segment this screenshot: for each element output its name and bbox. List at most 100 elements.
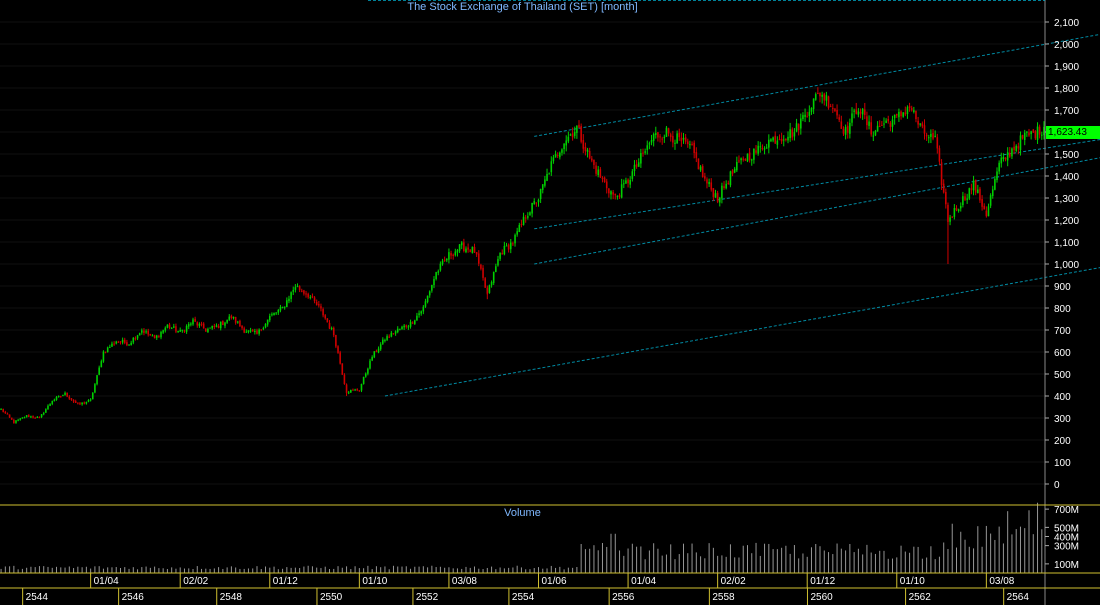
candle-body — [808, 111, 811, 116]
candle-body — [187, 324, 190, 327]
candle-body — [386, 336, 388, 340]
month-label: 03/08 — [452, 576, 477, 587]
candle-body — [463, 242, 465, 252]
candle-body — [6, 413, 9, 415]
candle-body — [271, 314, 273, 316]
candle-body — [296, 286, 299, 288]
candle-body — [465, 248, 467, 253]
candle-body — [516, 231, 518, 235]
candle-body — [1009, 152, 1011, 157]
candle-body — [863, 109, 866, 116]
candle-body — [241, 325, 243, 329]
candle-body — [499, 252, 501, 259]
candle-body — [170, 327, 173, 329]
candle-body — [934, 135, 936, 138]
candle-body — [337, 346, 339, 353]
candle-body — [222, 321, 224, 325]
candle-body — [17, 419, 19, 421]
candle-body — [426, 295, 429, 302]
candle-body — [836, 110, 838, 116]
candle-body — [454, 251, 457, 256]
candle-body — [866, 116, 868, 126]
candle-body — [576, 126, 578, 133]
price-tick-label: 2,000 — [1054, 40, 1079, 51]
candle-body — [286, 300, 288, 308]
candle-body — [691, 143, 693, 145]
candle-body — [190, 323, 192, 325]
candle-body — [964, 196, 966, 200]
candle-body — [473, 246, 476, 253]
candle-body — [66, 392, 68, 397]
candle-body — [917, 120, 919, 125]
candle-body — [642, 152, 644, 154]
candle-body — [109, 346, 111, 348]
candle-body — [979, 188, 981, 201]
candle-body — [550, 161, 553, 173]
candle-body — [328, 322, 331, 329]
candle-body — [290, 292, 292, 299]
candle-body — [183, 330, 186, 332]
candle-body — [275, 312, 277, 314]
candle-body — [382, 339, 384, 344]
candle-body — [657, 132, 659, 138]
candle-body — [166, 324, 169, 328]
candle-body — [868, 121, 870, 126]
candle-body — [81, 402, 83, 405]
candle-body — [335, 334, 337, 347]
candle-body — [495, 266, 497, 272]
candle-body — [714, 193, 717, 198]
candle-body — [128, 344, 130, 346]
candle-body — [704, 176, 706, 179]
candle-body — [548, 173, 550, 175]
candle-body — [113, 343, 115, 345]
candle-body — [98, 367, 100, 375]
channel-line — [534, 157, 1100, 265]
candle-body — [569, 134, 572, 136]
candle-body — [173, 326, 175, 328]
candle-body — [663, 136, 666, 139]
candle-body — [881, 124, 883, 126]
candle-body — [648, 143, 651, 145]
candle-body — [827, 96, 830, 108]
candle-body — [57, 396, 60, 398]
candle-body — [823, 93, 826, 101]
candles — [0, 87, 1045, 424]
candle-body — [819, 92, 821, 97]
candle-body — [409, 321, 412, 327]
candle-body — [185, 325, 188, 332]
candle-body — [230, 315, 233, 318]
candle-body — [42, 413, 45, 415]
candle-body — [859, 111, 862, 114]
candle-body — [571, 133, 574, 138]
year-label: 2560 — [810, 592, 833, 603]
candle-body — [753, 148, 755, 160]
candle-body — [661, 138, 663, 140]
candle-body — [699, 166, 702, 171]
month-label: 03/08 — [989, 576, 1014, 587]
candle-body — [520, 224, 523, 226]
candle-body — [772, 137, 774, 141]
candle-body — [834, 108, 836, 112]
year-label: 2564 — [1007, 592, 1030, 603]
candle-body — [635, 164, 638, 167]
candle-body — [565, 140, 568, 146]
candle-body — [1028, 132, 1030, 136]
candle-body — [544, 179, 546, 186]
candle-body — [923, 125, 926, 134]
year-label: 2562 — [909, 592, 932, 603]
candle-body — [268, 315, 271, 321]
candle-body — [62, 395, 64, 397]
gridlines — [0, 21, 1045, 485]
candle-body — [603, 177, 606, 183]
candle-body — [876, 125, 879, 132]
candle-body — [640, 153, 642, 164]
candle-body — [1023, 132, 1026, 140]
price-tick-label: 100 — [1054, 458, 1071, 469]
candle-body — [47, 405, 49, 409]
candle-body — [908, 105, 911, 109]
price-tick-label: 400 — [1054, 392, 1071, 403]
candle-body — [448, 252, 450, 260]
candle-body — [215, 325, 218, 327]
candle-body — [855, 109, 858, 114]
month-label: 02/02 — [183, 576, 208, 587]
